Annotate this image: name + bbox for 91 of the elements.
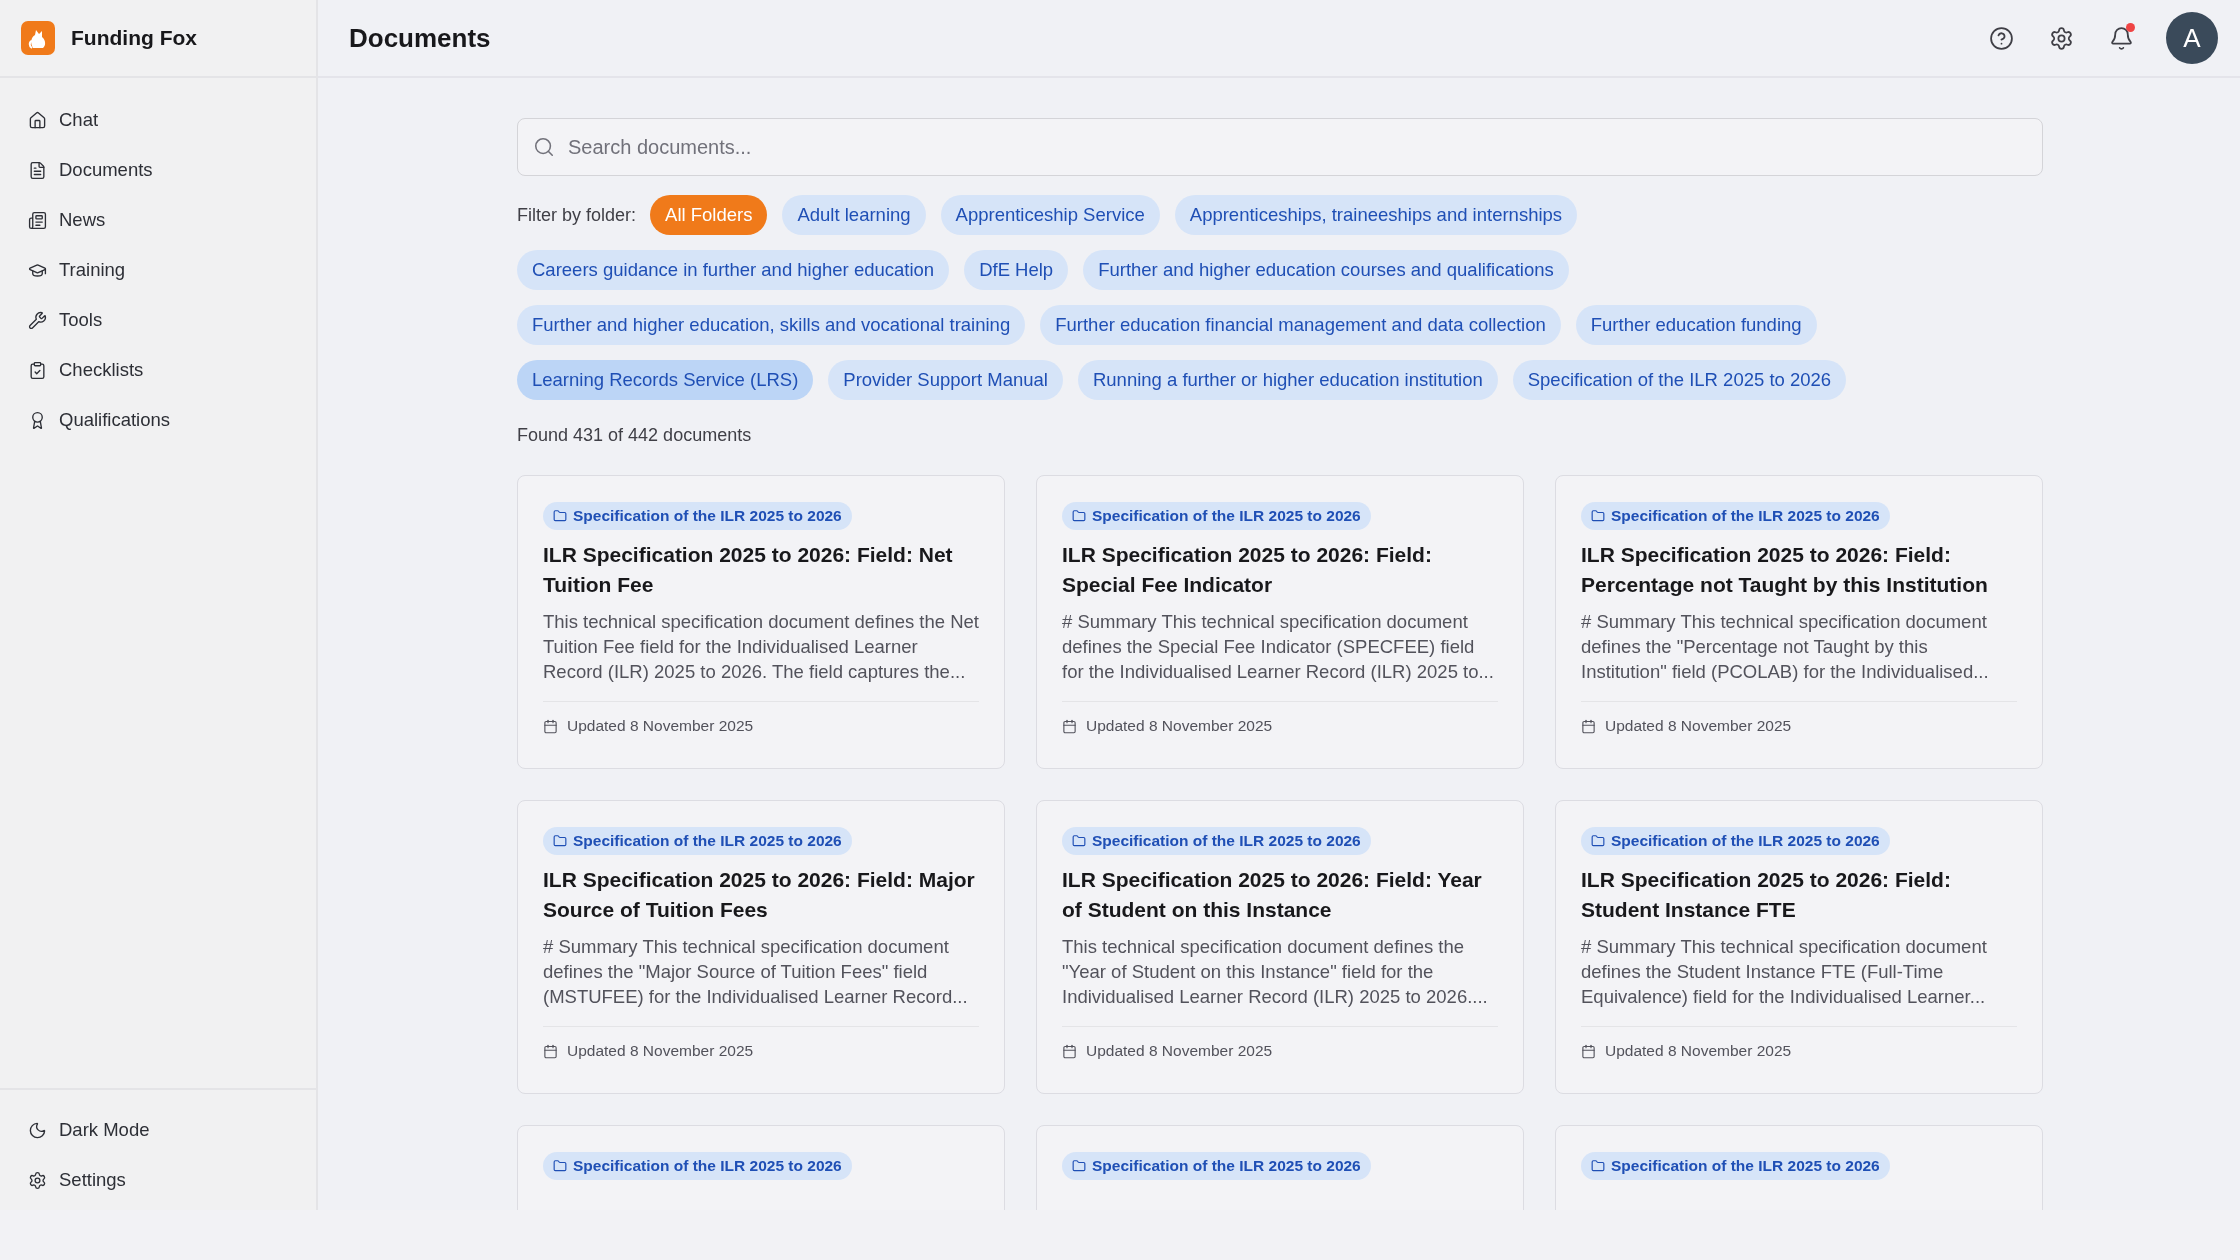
- folder-tag: Specification of the ILR 2025 to 2026: [1062, 827, 1371, 855]
- sidebar-item[interactable]: Documents: [0, 145, 316, 195]
- sidebar-item[interactable]: Settings: [0, 1155, 316, 1205]
- folder-icon: [1591, 834, 1605, 848]
- calendar-icon: [1581, 718, 1596, 734]
- document-card[interactable]: [1036, 800, 1524, 1094]
- search-icon: [533, 136, 555, 158]
- sidebar-item[interactable]: Tools: [0, 295, 316, 345]
- document-title: ILR Specification 2025 to 2026: Field: Major Source of Tuition Fees: [543, 867, 976, 923]
- folder-tag: Specification of the ILR 2025 to 2026: [543, 502, 852, 530]
- document-summary: This technical specification document defines the "Year of Student on this Instance" field for the Individualised Learner Record (ILR) 2025 to 2026....: [1062, 935, 1489, 1009]
- result-count: Found 431 of 442 documents: [517, 425, 753, 446]
- folder-icon: [553, 509, 567, 523]
- fox-logo-icon: [21, 21, 55, 55]
- updated-date: Updated 8 November 2025: [567, 1042, 754, 1060]
- home-icon: [28, 110, 47, 130]
- sidebar-item[interactable]: Dark Mode: [0, 1105, 316, 1155]
- filter-label: Filter by folder:: [517, 204, 637, 226]
- folder-filter-chip[interactable]: Further and higher education, skills and vocational training: [517, 305, 1026, 345]
- document-summary: # Summary This technical specification document defines the "Percentage not Taught by this Institution" field (PCOLAB) for the Individualised...: [1581, 610, 1990, 684]
- sidebar-item[interactable]: Chat: [0, 95, 316, 145]
- app-name: Funding Fox: [71, 26, 197, 50]
- folder-filter-chip[interactable]: Apprenticeship Service: [940, 195, 1160, 235]
- sidebar-item[interactable]: Qualifications: [0, 395, 316, 445]
- document-summary: # Summary This technical specification document defines the Special Fee Indicator (SPECFEE) field for the Individualised Learner Record (ILR) 2025 to...: [1062, 610, 1495, 684]
- page-title: Documents: [349, 22, 492, 54]
- folder-tag: Specification of the ILR 2025 to 2026: [543, 827, 852, 855]
- document-title: ILR Specification 2025 to 2026: Field: Special Fee Indicator: [1062, 542, 1433, 598]
- settings-icon: [28, 1170, 47, 1190]
- folder-tag: Specification of the ILR 2025 to 2026: [1581, 502, 1890, 530]
- document-card[interactable]: Specification of the ILR 2025 to 2026: [1036, 1125, 1524, 1210]
- document-card[interactable]: Specification of the ILR 2025 to 2026: [517, 1125, 1005, 1210]
- folder-tag: Specification of the ILR 2025 to 2026: [1581, 1152, 1890, 1180]
- folder-tag: Specification of the ILR 2025 to 2026: [1581, 827, 1890, 855]
- folder-filter-chip[interactable]: Further education financial management and data collection: [1040, 305, 1561, 345]
- newspaper-icon: [28, 210, 47, 230]
- document-card[interactable]: [1555, 800, 2043, 1094]
- clipboard-check-icon: [28, 360, 47, 380]
- document-card[interactable]: [1036, 475, 1524, 769]
- calendar-icon: [543, 718, 558, 734]
- document-title: ILR Specification 2025 to 2026: Field: Percentage not Taught by this Institution: [1581, 542, 1989, 598]
- folder-filter-chip[interactable]: Further and higher education courses and qualifications: [1083, 250, 1569, 290]
- folder-filter-chip[interactable]: Adult learning: [782, 195, 926, 235]
- folder-filter-chip[interactable]: Specification of the ILR 2025 to 2026: [1512, 360, 1847, 400]
- folder-tag: Specification of the ILR 2025 to 2026: [1062, 1152, 1371, 1180]
- folder-filter-chip[interactable]: Careers guidance in further and higher education: [517, 250, 950, 290]
- folder-icon: [553, 834, 567, 848]
- calendar-icon: [1062, 1043, 1077, 1059]
- folder-filter-chip[interactable]: Provider Support Manual: [828, 360, 1063, 400]
- document-title: ILR Specification 2025 to 2026: Field: Net Tuition Fee: [543, 542, 954, 598]
- folder-icon: [1591, 509, 1605, 523]
- sidebar-item[interactable]: Training: [0, 245, 316, 295]
- calendar-icon: [1581, 1043, 1596, 1059]
- folder-icon: [1072, 1159, 1086, 1173]
- updated-date: Updated 8 November 2025: [1086, 717, 1273, 735]
- folder-tag: Specification of the ILR 2025 to 2026: [1062, 502, 1371, 530]
- bell-icon: [2108, 25, 2134, 51]
- folder-filter-chip[interactable]: DfE Help: [964, 250, 1069, 290]
- document-card[interactable]: [1555, 475, 2043, 769]
- document-summary: # Summary This technical specification document defines the "Major Source of Tuition Fees" field (MSTUFEE) for the Individualised Learner Record...: [543, 935, 969, 1009]
- folder-filter-chip[interactable]: Running a further or higher education institution: [1077, 360, 1498, 400]
- folder-tag: Specification of the ILR 2025 to 2026: [543, 1152, 852, 1180]
- document-card[interactable]: Specification of the ILR 2025 to 2026: [1555, 1125, 2043, 1210]
- folder-filter-chip[interactable]: Learning Records Service (LRS): [517, 360, 814, 400]
- updated-date: Updated 8 November 2025: [1605, 1042, 1792, 1060]
- moon-icon: [28, 1120, 47, 1140]
- document-title: ILR Specification 2025 to 2026: Field: Student Instance FTE: [1581, 867, 1952, 923]
- calendar-icon: [1062, 718, 1077, 734]
- search-field[interactable]: Search documents...: [517, 118, 2043, 176]
- document-summary: # Summary This technical specification document defines the Student Instance FTE (Full-Time Equivalence) field for the Individualised Learner...: [1581, 935, 1988, 1009]
- wrench-icon: [28, 310, 47, 330]
- updated-date: Updated 8 November 2025: [1605, 717, 1792, 735]
- folder-icon: [1072, 509, 1086, 523]
- folder-filter-chip[interactable]: Apprenticeships, traineeships and internships: [1174, 195, 1578, 235]
- sidebar-item[interactable]: News: [0, 195, 316, 245]
- document-card[interactable]: [517, 800, 1005, 1094]
- help-icon: [1988, 25, 2014, 51]
- updated-date: Updated 8 November 2025: [567, 717, 754, 735]
- document-summary: This technical specification document defines the Net Tuition Fee field for the Individualised Learner Record (ILR) 2025 to 2026. The field captures the...: [543, 610, 979, 684]
- document-title: ILR Specification 2025 to 2026: Field: Year of Student on this Instance: [1062, 867, 1483, 923]
- folder-icon: [553, 1159, 567, 1173]
- calendar-icon: [543, 1043, 558, 1059]
- updated-date: Updated 8 November 2025: [1086, 1042, 1273, 1060]
- folder-icon: [1072, 834, 1086, 848]
- document-icon: [28, 160, 47, 180]
- settings-icon: [2048, 25, 2074, 51]
- folder-icon: [1591, 1159, 1605, 1173]
- sidebar-item[interactable]: Checklists: [0, 345, 316, 395]
- folder-filter-chip[interactable]: Further education funding: [1575, 305, 1817, 345]
- user-avatar[interactable]: A: [2166, 12, 2218, 64]
- document-card[interactable]: [517, 475, 1005, 769]
